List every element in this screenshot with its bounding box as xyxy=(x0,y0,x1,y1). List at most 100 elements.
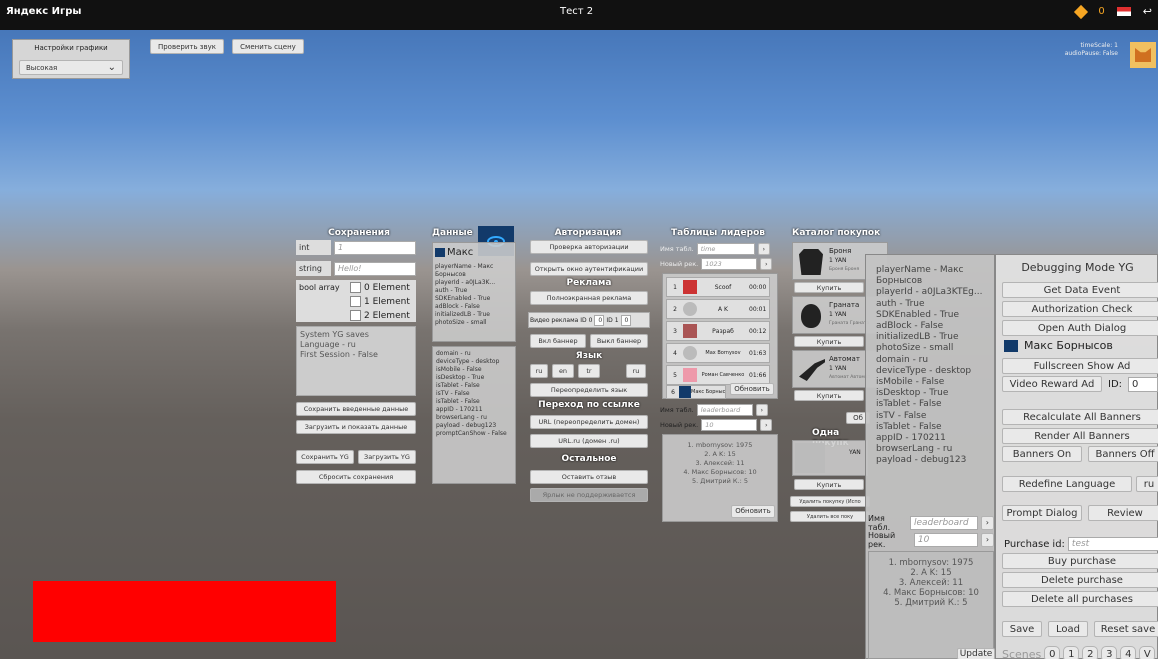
lb-score: 00:01 xyxy=(749,305,767,313)
get-data-button[interactable]: Get Data Event xyxy=(1002,282,1158,298)
recalculate-banners-button[interactable]: Recalculate All Banners xyxy=(1002,409,1158,425)
scenes-label: Scenes xyxy=(1002,647,1042,659)
lb2-rec-go-button[interactable]: › xyxy=(760,418,773,431)
fullscreen-show-ad-button[interactable]: Fullscreen Show Ad xyxy=(1002,358,1158,374)
lang-current-button[interactable]: ru xyxy=(626,364,646,378)
int-input[interactable]: 1 xyxy=(334,240,416,255)
scene-4-button[interactable]: 4 xyxy=(1120,646,1137,659)
element-2-label: 2 Element xyxy=(364,311,410,321)
save-yg-button[interactable]: Сохранить YG xyxy=(296,450,354,464)
prompt-dialog-button[interactable]: Prompt Dialog xyxy=(1002,505,1082,521)
lang-en-button[interactable]: en xyxy=(552,364,574,378)
save-entered-button[interactable]: Сохранить введенные данные xyxy=(296,402,416,416)
delete-all-purchases-button[interactable]: Удалить все поку xyxy=(790,511,870,522)
scene-more-button[interactable]: V xyxy=(1139,646,1156,659)
lb2-update-button[interactable]: Обновить xyxy=(731,505,775,518)
auth-check-debug-button[interactable]: Authorization Check xyxy=(1002,301,1158,317)
lb2-list: 1. mbornysov: 1975 2. A K: 15 3. Алексей… xyxy=(662,434,778,522)
flag-icon[interactable] xyxy=(1116,7,1131,16)
buy-button-2[interactable]: Купить xyxy=(794,336,864,347)
video-id1-input[interactable]: 0 xyxy=(620,314,631,326)
title-bar: Яндекс Игры Тест 2 0 ↩ xyxy=(0,0,1158,30)
review-debug-button[interactable]: Review xyxy=(1088,505,1158,521)
lb-update-button[interactable]: Обновить xyxy=(730,383,774,395)
review-button[interactable]: Оставить отзыв xyxy=(530,470,648,484)
check-sound-button[interactable]: Проверить звук xyxy=(150,39,224,54)
scene-0-button[interactable]: 0 xyxy=(1044,646,1061,659)
data-info-line: playerId - a0JLa3K... xyxy=(435,279,496,286)
info-update-button[interactable]: Update xyxy=(957,648,995,659)
load-yg-button[interactable]: Загрузить YG xyxy=(358,450,416,464)
url-redefine-button[interactable]: URL (переопределить домен) xyxy=(530,415,648,429)
open-auth-dialog-button[interactable]: Open Auth Dialog xyxy=(1002,320,1158,336)
lb2-name-input[interactable]: leaderboard xyxy=(696,403,753,416)
info-name-go-button[interactable]: › xyxy=(980,515,994,530)
scene-3-button[interactable]: 3 xyxy=(1101,646,1118,659)
checkbox-1[interactable] xyxy=(350,296,361,307)
buy-button-1[interactable]: Купить xyxy=(794,282,864,293)
save-button[interactable]: Save xyxy=(1002,621,1042,637)
item-name: Автомат xyxy=(829,355,860,363)
delete-all-purchases-debug-button[interactable]: Delete all purchases xyxy=(1002,591,1158,607)
scene-1-button[interactable]: 1 xyxy=(1063,646,1080,659)
element-1[interactable]: 1 Element xyxy=(350,296,410,307)
video-id0-input[interactable]: 0 xyxy=(594,314,605,326)
checkbox-2[interactable] xyxy=(350,310,361,321)
info-name-input[interactable]: leaderboard xyxy=(909,515,978,530)
info-lb-entry: 3. Алексей: 11 xyxy=(898,578,964,588)
lb2-rec-input[interactable]: 10 xyxy=(701,418,758,431)
video-ad-row: Видео реклама ID 0 0 ID 1 0 xyxy=(528,312,650,328)
url-ru-button[interactable]: URL.ru (домен .ru) xyxy=(530,434,648,448)
redefine-language-button[interactable]: Redefine Language xyxy=(1002,476,1132,492)
lb-name-input[interactable]: time xyxy=(696,242,755,255)
lb-name-go-button[interactable]: › xyxy=(757,242,770,255)
scene-2-button[interactable]: 2 xyxy=(1082,646,1099,659)
lb-rec-go-button[interactable]: › xyxy=(760,257,773,270)
render-banners-button[interactable]: Render All Banners xyxy=(1002,428,1158,444)
load-button[interactable]: Load xyxy=(1048,621,1088,637)
open-auth-button[interactable]: Открыть окно аутентификации xyxy=(530,262,648,276)
fullscreen-ad-button[interactable]: Полноэкранная реклама xyxy=(530,291,648,305)
delete-purchase-debug-button[interactable]: Delete purchase xyxy=(1002,572,1158,588)
app-title: Яндекс Игры xyxy=(6,6,82,17)
info-line: domain - ru xyxy=(876,354,929,365)
share-icon[interactable]: ↩ xyxy=(1143,5,1152,18)
video-reward-ad-button[interactable]: Video Reward Ad xyxy=(1002,376,1102,392)
lb-rec-label: Новый рек. xyxy=(660,259,699,268)
banners-on-button[interactable]: Banners On xyxy=(1002,446,1082,462)
info-rec-go-button[interactable]: › xyxy=(981,532,994,547)
one-buy-button[interactable]: Купить xyxy=(794,479,864,490)
delete-purchase-button[interactable]: Удалить покупку (Испо xyxy=(790,496,870,507)
catalog-title: Каталог покупок xyxy=(792,228,881,238)
string-input[interactable]: Hello! xyxy=(334,261,416,276)
banners-off-button[interactable]: Banners Off xyxy=(1088,446,1158,462)
lang-ru-button[interactable]: ru xyxy=(530,364,548,378)
lb-rec-input[interactable]: 1023 xyxy=(701,257,758,270)
info-line: playerId - a0JLa3KTEg... xyxy=(876,287,983,298)
reset-saves-button[interactable]: Сбросить сохранения xyxy=(296,470,416,484)
banner-on-button[interactable]: Вкл баннер xyxy=(530,334,586,348)
video-id-input[interactable]: 0 xyxy=(1128,376,1158,392)
redefine-lang-button[interactable]: Переопределить язык xyxy=(530,383,648,397)
element-0[interactable]: 0 Element xyxy=(350,282,410,293)
auth-check-button[interactable]: Проверка авторизации xyxy=(530,240,648,254)
checkbox-0[interactable] xyxy=(350,282,361,293)
element-2[interactable]: 2 Element xyxy=(350,310,410,321)
one-purchase-image xyxy=(795,443,825,473)
change-scene-button[interactable]: Сменить сцену xyxy=(232,39,304,54)
info-rec-input[interactable]: 10 xyxy=(913,532,979,547)
lang-tr-button[interactable]: tr xyxy=(578,364,600,378)
lb2-name-go-button[interactable]: › xyxy=(755,403,768,416)
load-show-button[interactable]: Загрузить и показать данные xyxy=(296,420,416,434)
bool-label: bool array xyxy=(299,283,340,292)
lb-row-5: 5 Роман Савченко 01:66 xyxy=(666,365,770,385)
reset-save-button[interactable]: Reset save xyxy=(1094,621,1158,637)
language-code-button[interactable]: ru xyxy=(1136,476,1158,492)
banner-off-button[interactable]: Выкл баннер xyxy=(590,334,648,348)
purchase-id-input[interactable]: test xyxy=(1067,537,1158,551)
buy-button-3[interactable]: Купить xyxy=(794,390,864,401)
video-ad-button[interactable]: Видео реклама xyxy=(530,317,578,324)
player-icon xyxy=(435,247,445,257)
graphics-select[interactable]: Высокая ⌄ xyxy=(19,60,123,75)
buy-purchase-button[interactable]: Buy purchase xyxy=(1002,553,1158,569)
